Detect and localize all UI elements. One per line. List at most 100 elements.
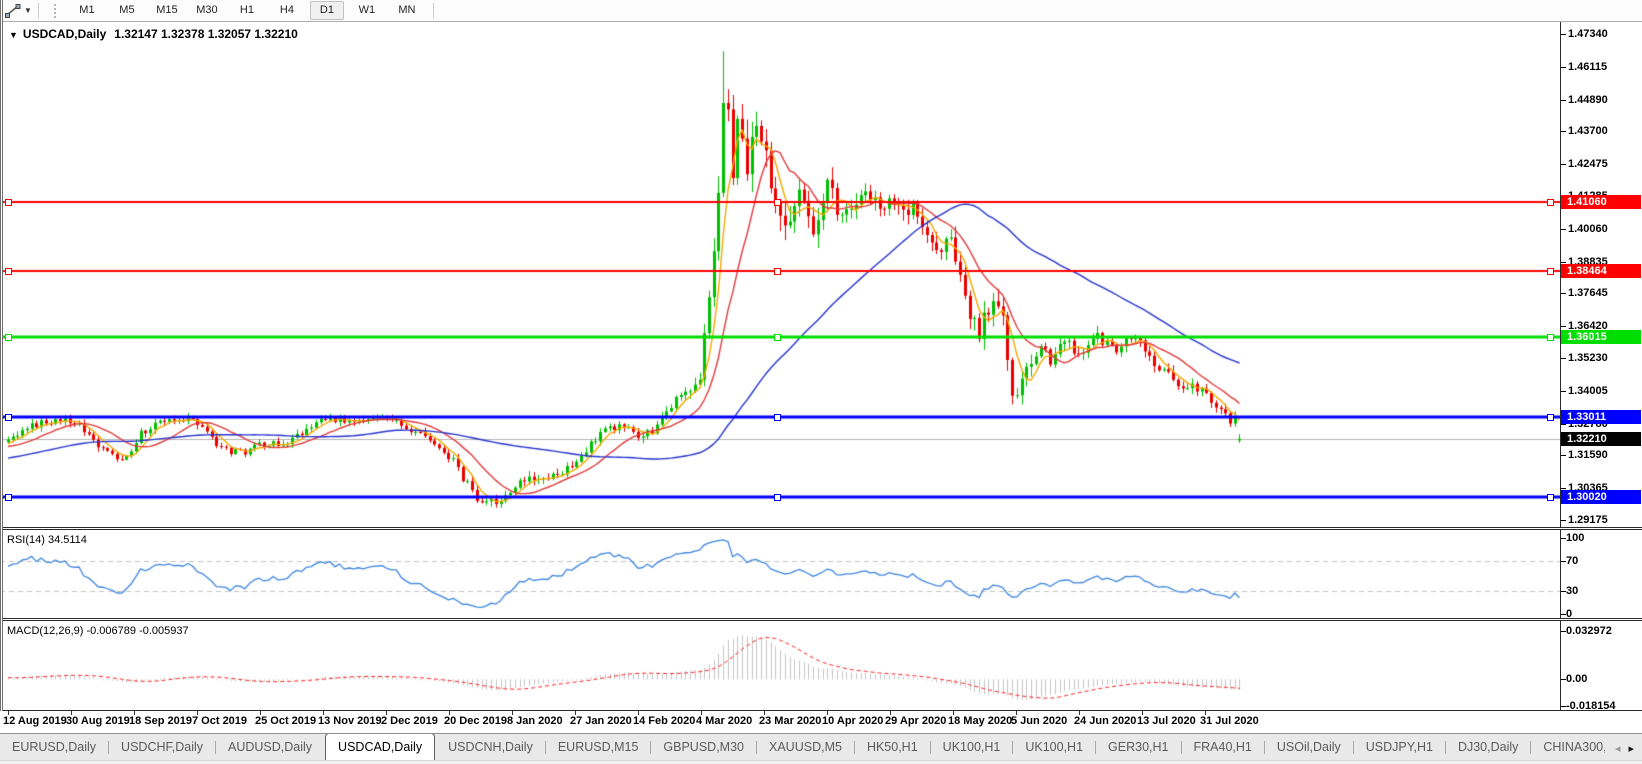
hline-handle[interactable] — [5, 414, 12, 421]
price-tick-mark — [1561, 293, 1566, 294]
hline-handle[interactable] — [5, 199, 12, 206]
timeframe-button-mn[interactable]: MN — [390, 1, 424, 20]
price-tick-mark — [1561, 67, 1566, 68]
tabs-scroll-left-icon[interactable]: ◂ — [1615, 742, 1621, 755]
timeframe-button-m1[interactable]: M1 — [70, 1, 104, 20]
chart-context-menu-icon[interactable]: ▼ — [9, 30, 18, 40]
chart-title: ▼ USDCAD,Daily 1.32147 1.32378 1.32057 1.3… — [9, 27, 298, 41]
timeframe-button-d1[interactable]: D1 — [309, 1, 344, 20]
panel-separator[interactable] — [0, 527, 1642, 530]
chart-tool-button[interactable]: ▼ — [5, 3, 32, 18]
timeframe-button-h1[interactable]: H1 — [230, 1, 264, 20]
timeframe-button-h4[interactable]: H4 — [270, 1, 304, 20]
timeframe-toolbar: ▼ M1 M5 M15 M30 H1 H4 D1 W1 MN — [0, 0, 1642, 22]
hline-handle[interactable] — [5, 268, 12, 275]
hline-handle[interactable] — [1547, 334, 1554, 341]
chart-tab-eurusd-m15[interactable]: EURUSD,M15 — [546, 735, 651, 760]
toolbar-separator — [432, 2, 434, 19]
chart-tab-bar: EURUSD,Daily USDCHF,Daily AUDUSD,Daily USDC… — [0, 733, 1642, 764]
price-tick-mark — [1561, 424, 1566, 425]
date-tick-label: 18 Sep 2019 — [129, 715, 192, 727]
date-tick-label: 25 Oct 2019 — [255, 715, 317, 727]
date-tick-label: 20 Dec 2019 — [444, 715, 507, 727]
price-tick-mark — [1561, 391, 1566, 392]
chart-title-ohlc: 1.32147 1.32378 1.32057 1.32210 — [114, 27, 298, 41]
date-tick-label: 27 Jan 2020 — [570, 715, 632, 727]
chart-tab-usdchf-daily[interactable]: USDCHF,Daily — [109, 735, 215, 760]
price-tick-mark — [1561, 164, 1566, 165]
panel-separator[interactable] — [0, 618, 1642, 621]
chart-tool-dropdown-icon[interactable]: ▼ — [24, 6, 32, 15]
rsi-label: RSI(14) 34.5114 — [7, 534, 87, 546]
price-axis-border — [1560, 22, 1561, 711]
date-tick-label: 13 Nov 2019 — [318, 715, 382, 727]
hline-handle[interactable] — [1547, 199, 1554, 206]
chart-tab-xauusd-m5[interactable]: XAUUSD,M5 — [757, 735, 854, 760]
date-tick-label: 29 Apr 2020 — [885, 715, 947, 727]
chart-tab-usoil-daily[interactable]: USOil,Daily — [1265, 735, 1353, 760]
date-tick-label: 5 Jun 2020 — [1011, 715, 1068, 727]
date-tick-label: 8 Jan 2020 — [507, 715, 563, 727]
price-tick-label: 1.44890 — [1568, 94, 1608, 106]
hline-handle[interactable] — [774, 334, 781, 341]
chart-tab-uk100-h1[interactable]: UK100,H1 — [1013, 735, 1095, 760]
chart-tab-usdcnh-daily[interactable]: USDCNH,Daily — [436, 735, 545, 760]
price-tick-mark — [1561, 455, 1566, 456]
hline-price-label: 1.30020 — [1561, 490, 1641, 504]
timeframe-button-m30[interactable]: M30 — [190, 1, 224, 20]
price-tick-mark — [1561, 34, 1566, 35]
date-tick-label: 7 Oct 2019 — [192, 715, 248, 727]
hline-handle[interactable] — [774, 494, 781, 501]
hline-handle[interactable] — [1547, 414, 1554, 421]
tabs-scroll-right-icon[interactable]: ▸ — [1628, 742, 1634, 755]
timeframe-buttons: M1 M5 M15 M30 H1 H4 D1 W1 MN — [67, 1, 427, 20]
price-tick-mark — [1561, 358, 1566, 359]
chart-tab-eurusd-daily[interactable]: EURUSD,Daily — [0, 735, 108, 760]
hline-handle[interactable] — [1547, 268, 1554, 275]
price-tick-mark — [1561, 488, 1566, 489]
date-axis[interactable]: 12 Aug 2019 30 Aug 2019 18 Sep 2019 7 Oct 2… — [0, 711, 1642, 733]
price-tick-mark — [1561, 262, 1566, 263]
timeframe-button-w1[interactable]: W1 — [350, 1, 384, 20]
rsi-indicator-canvas[interactable] — [0, 530, 1560, 618]
chart-tab-hk50-h1[interactable]: HK50,H1 — [855, 735, 930, 760]
timeframe-button-m5[interactable]: M5 — [110, 1, 144, 20]
hline-handle[interactable] — [774, 414, 781, 421]
price-tick-label: 1.37645 — [1568, 287, 1608, 299]
chart-tab-ger30-h1[interactable]: GER30,H1 — [1096, 735, 1180, 760]
chart-tab-usdjpy-h1[interactable]: USDJPY,H1 — [1354, 735, 1445, 760]
macd-indicator-canvas[interactable] — [0, 621, 1560, 710]
chart-tab-usdcad-daily[interactable]: USDCAD,Daily — [325, 734, 436, 760]
date-tick-label: 4 Mar 2020 — [696, 715, 753, 727]
hline-handle[interactable] — [1547, 494, 1554, 501]
macd-label: MACD(12,26,9) -0.006789 -0.005937 — [7, 625, 189, 637]
price-tick-label: 1.40060 — [1568, 223, 1608, 235]
rsi-tick-label: 30 — [1566, 585, 1579, 597]
price-tick-label: 1.29175 — [1568, 514, 1608, 526]
hline-handle[interactable] — [774, 199, 781, 206]
rsi-tick-label: 70 — [1566, 555, 1579, 567]
date-tick-label: 31 Jul 2020 — [1200, 715, 1259, 727]
chart-tabs: EURUSD,Daily USDCHF,Daily AUDUSD,Daily USDC… — [0, 734, 1642, 760]
price-tick-label: 1.35230 — [1568, 352, 1608, 364]
price-tick-label: 1.34005 — [1568, 385, 1608, 397]
chart-tab-audusd-daily[interactable]: AUDUSD,Daily — [216, 735, 324, 760]
price-tick-mark — [1561, 326, 1566, 327]
hline-handle[interactable] — [5, 494, 12, 501]
hline-price-label: 1.36015 — [1561, 330, 1641, 344]
date-tick-label: 30 Aug 2019 — [66, 715, 130, 727]
tab-scroll-controls: ◂ ▸ — [1604, 737, 1638, 759]
hline-handle[interactable] — [774, 268, 781, 275]
chart-tab-gbpusd-m30[interactable]: GBPUSD,M30 — [651, 735, 756, 760]
price-tick-mark — [1561, 229, 1566, 230]
price-tick-label: 1.43700 — [1568, 125, 1608, 137]
hline-price-label: 1.41060 — [1561, 195, 1641, 209]
hline-handle[interactable] — [5, 334, 12, 341]
toolbar-grip — [53, 3, 59, 18]
date-tick-label: 14 Feb 2020 — [633, 715, 696, 727]
chart-tab-fra40-h1[interactable]: FRA40,H1 — [1182, 735, 1264, 760]
chart-tab-dj30-daily[interactable]: DJ30,Daily — [1446, 735, 1530, 760]
chart-tab-uk100-h1[interactable]: UK100,H1 — [931, 735, 1013, 760]
timeframe-button-m15[interactable]: M15 — [150, 1, 184, 20]
tab-bar-strip — [0, 760, 1642, 764]
